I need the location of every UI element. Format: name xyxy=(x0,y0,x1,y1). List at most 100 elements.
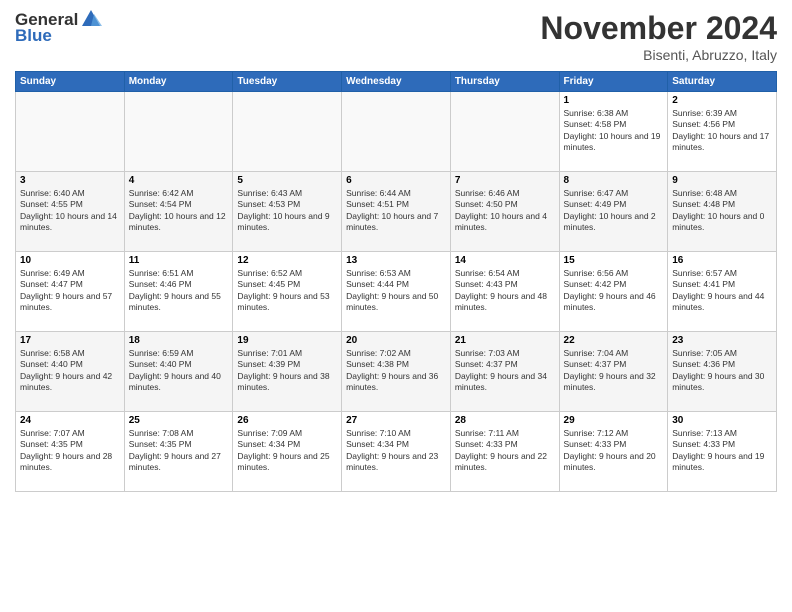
day-number: 3 xyxy=(20,175,120,186)
day-cell: 3 Sunrise: 6:40 AMSunset: 4:55 PMDaylight… xyxy=(16,172,125,252)
day-number: 16 xyxy=(672,255,772,266)
location-subtitle: Bisenti, Abruzzo, Italy xyxy=(540,47,777,63)
day-cell: 25 Sunrise: 7:08 AMSunset: 4:35 PMDayligh… xyxy=(124,412,233,492)
day-cell: 4Sunrise: 6:42 AMSunset: 4:54 PMDaylight… xyxy=(124,172,233,252)
day-cell: 6 Sunrise: 6:44 AMSunset: 4:51 PMDaylight… xyxy=(342,172,451,252)
day-number: 5 xyxy=(237,175,337,186)
day-info: Sunrise: 6:48 AMSunset: 4:48 PMDaylight:… xyxy=(672,188,772,234)
col-header-tuesday: Tuesday xyxy=(233,72,342,92)
day-info: Sunrise: 6:51 AMSunset: 4:46 PMDaylight:… xyxy=(129,268,229,314)
day-number: 17 xyxy=(20,335,120,346)
day-number: 25 xyxy=(129,415,229,426)
day-cell: 2Sunrise: 6:39 AMSunset: 4:56 PMDaylight… xyxy=(668,92,777,172)
day-info: Sunrise: 6:57 AMSunset: 4:41 PMDaylight:… xyxy=(672,268,772,314)
logo: General Blue xyxy=(15,10,102,46)
week-row-1: 1Sunrise: 6:38 AMSunset: 4:58 PMDaylight… xyxy=(16,92,777,172)
col-header-wednesday: Wednesday xyxy=(342,72,451,92)
day-cell: 5 Sunrise: 6:43 AMSunset: 4:53 PMDaylight… xyxy=(233,172,342,252)
day-cell: 11 Sunrise: 6:51 AMSunset: 4:46 PMDayligh… xyxy=(124,252,233,332)
title-block: November 2024 Bisenti, Abruzzo, Italy xyxy=(540,10,777,63)
day-number: 15 xyxy=(564,255,664,266)
col-header-saturday: Saturday xyxy=(668,72,777,92)
logo-icon xyxy=(80,8,102,30)
header: General Blue November 2024 Bisenti, Abru… xyxy=(15,10,777,63)
day-cell: 9 Sunrise: 6:48 AMSunset: 4:48 PMDaylight… xyxy=(668,172,777,252)
day-info: Sunrise: 6:58 AMSunset: 4:40 PMDaylight:… xyxy=(20,348,120,394)
day-cell: 27Sunrise: 7:10 AMSunset: 4:34 PMDayligh… xyxy=(342,412,451,492)
day-cell: 24 Sunrise: 7:07 AMSunset: 4:35 PMDayligh… xyxy=(16,412,125,492)
col-header-friday: Friday xyxy=(559,72,668,92)
day-cell: 15Sunrise: 6:56 AMSunset: 4:42 PMDayligh… xyxy=(559,252,668,332)
day-cell xyxy=(16,92,125,172)
day-cell xyxy=(450,92,559,172)
day-number: 19 xyxy=(237,335,337,346)
day-number: 4 xyxy=(129,175,229,186)
day-info: Sunrise: 6:44 AMSunset: 4:51 PMDaylight:… xyxy=(346,188,446,234)
day-info: Sunrise: 7:02 AMSunset: 4:38 PMDaylight:… xyxy=(346,348,446,394)
day-number: 20 xyxy=(346,335,446,346)
day-info: Sunrise: 6:53 AMSunset: 4:44 PMDaylight:… xyxy=(346,268,446,314)
day-cell: 7Sunrise: 6:46 AMSunset: 4:50 PMDaylight… xyxy=(450,172,559,252)
day-number: 14 xyxy=(455,255,555,266)
day-info: Sunrise: 7:12 AMSunset: 4:33 PMDaylight:… xyxy=(564,428,664,474)
day-number: 24 xyxy=(20,415,120,426)
day-number: 26 xyxy=(237,415,337,426)
day-info: Sunrise: 7:10 AMSunset: 4:34 PMDaylight:… xyxy=(346,428,446,474)
day-cell: 30Sunrise: 7:13 AMSunset: 4:33 PMDayligh… xyxy=(668,412,777,492)
day-cell: 22 Sunrise: 7:04 AMSunset: 4:37 PMDayligh… xyxy=(559,332,668,412)
col-header-monday: Monday xyxy=(124,72,233,92)
day-number: 9 xyxy=(672,175,772,186)
week-row-5: 24 Sunrise: 7:07 AMSunset: 4:35 PMDayligh… xyxy=(16,412,777,492)
day-info: Sunrise: 6:38 AMSunset: 4:58 PMDaylight:… xyxy=(564,108,664,154)
day-cell: 13 Sunrise: 6:53 AMSunset: 4:44 PMDayligh… xyxy=(342,252,451,332)
day-number: 18 xyxy=(129,335,229,346)
day-info: Sunrise: 7:01 AMSunset: 4:39 PMDaylight:… xyxy=(237,348,337,394)
day-number: 21 xyxy=(455,335,555,346)
day-cell xyxy=(233,92,342,172)
day-cell: 16 Sunrise: 6:57 AMSunset: 4:41 PMDayligh… xyxy=(668,252,777,332)
day-info: Sunrise: 7:08 AMSunset: 4:35 PMDaylight:… xyxy=(129,428,229,474)
day-info: Sunrise: 7:11 AMSunset: 4:33 PMDaylight:… xyxy=(455,428,555,474)
col-header-thursday: Thursday xyxy=(450,72,559,92)
day-number: 10 xyxy=(20,255,120,266)
day-info: Sunrise: 7:04 AMSunset: 4:37 PMDaylight:… xyxy=(564,348,664,394)
day-info: Sunrise: 7:05 AMSunset: 4:36 PMDaylight:… xyxy=(672,348,772,394)
day-number: 11 xyxy=(129,255,229,266)
day-cell: 10 Sunrise: 6:49 AMSunset: 4:47 PMDayligh… xyxy=(16,252,125,332)
day-number: 23 xyxy=(672,335,772,346)
day-cell: 12 Sunrise: 6:52 AMSunset: 4:45 PMDayligh… xyxy=(233,252,342,332)
calendar-table: SundayMondayTuesdayWednesdayThursdayFrid… xyxy=(15,71,777,492)
day-number: 2 xyxy=(672,95,772,106)
day-info: Sunrise: 6:43 AMSunset: 4:53 PMDaylight:… xyxy=(237,188,337,234)
day-cell xyxy=(124,92,233,172)
day-cell: 20 Sunrise: 7:02 AMSunset: 4:38 PMDayligh… xyxy=(342,332,451,412)
day-info: Sunrise: 6:47 AMSunset: 4:49 PMDaylight:… xyxy=(564,188,664,234)
day-number: 8 xyxy=(564,175,664,186)
day-cell: 28 Sunrise: 7:11 AMSunset: 4:33 PMDayligh… xyxy=(450,412,559,492)
day-number: 12 xyxy=(237,255,337,266)
day-info: Sunrise: 6:52 AMSunset: 4:45 PMDaylight:… xyxy=(237,268,337,314)
day-number: 13 xyxy=(346,255,446,266)
day-info: Sunrise: 7:07 AMSunset: 4:35 PMDaylight:… xyxy=(20,428,120,474)
day-number: 29 xyxy=(564,415,664,426)
day-cell: 8 Sunrise: 6:47 AMSunset: 4:49 PMDaylight… xyxy=(559,172,668,252)
day-cell: 21 Sunrise: 7:03 AMSunset: 4:37 PMDayligh… xyxy=(450,332,559,412)
day-info: Sunrise: 6:54 AMSunset: 4:43 PMDaylight:… xyxy=(455,268,555,314)
day-number: 28 xyxy=(455,415,555,426)
day-info: Sunrise: 6:46 AMSunset: 4:50 PMDaylight:… xyxy=(455,188,555,234)
day-number: 22 xyxy=(564,335,664,346)
day-cell: 1Sunrise: 6:38 AMSunset: 4:58 PMDaylight… xyxy=(559,92,668,172)
day-cell: 14 Sunrise: 6:54 AMSunset: 4:43 PMDayligh… xyxy=(450,252,559,332)
day-info: Sunrise: 7:09 AMSunset: 4:34 PMDaylight:… xyxy=(237,428,337,474)
day-info: Sunrise: 6:59 AMSunset: 4:40 PMDaylight:… xyxy=(129,348,229,394)
day-cell: 17 Sunrise: 6:58 AMSunset: 4:40 PMDayligh… xyxy=(16,332,125,412)
day-info: Sunrise: 6:40 AMSunset: 4:55 PMDaylight:… xyxy=(20,188,120,234)
header-row: SundayMondayTuesdayWednesdayThursdayFrid… xyxy=(16,72,777,92)
week-row-2: 3 Sunrise: 6:40 AMSunset: 4:55 PMDaylight… xyxy=(16,172,777,252)
day-info: Sunrise: 6:49 AMSunset: 4:47 PMDaylight:… xyxy=(20,268,120,314)
day-info: Sunrise: 7:03 AMSunset: 4:37 PMDaylight:… xyxy=(455,348,555,394)
day-cell: 19 Sunrise: 7:01 AMSunset: 4:39 PMDayligh… xyxy=(233,332,342,412)
day-number: 6 xyxy=(346,175,446,186)
day-info: Sunrise: 7:13 AMSunset: 4:33 PMDaylight:… xyxy=(672,428,772,474)
week-row-3: 10 Sunrise: 6:49 AMSunset: 4:47 PMDayligh… xyxy=(16,252,777,332)
